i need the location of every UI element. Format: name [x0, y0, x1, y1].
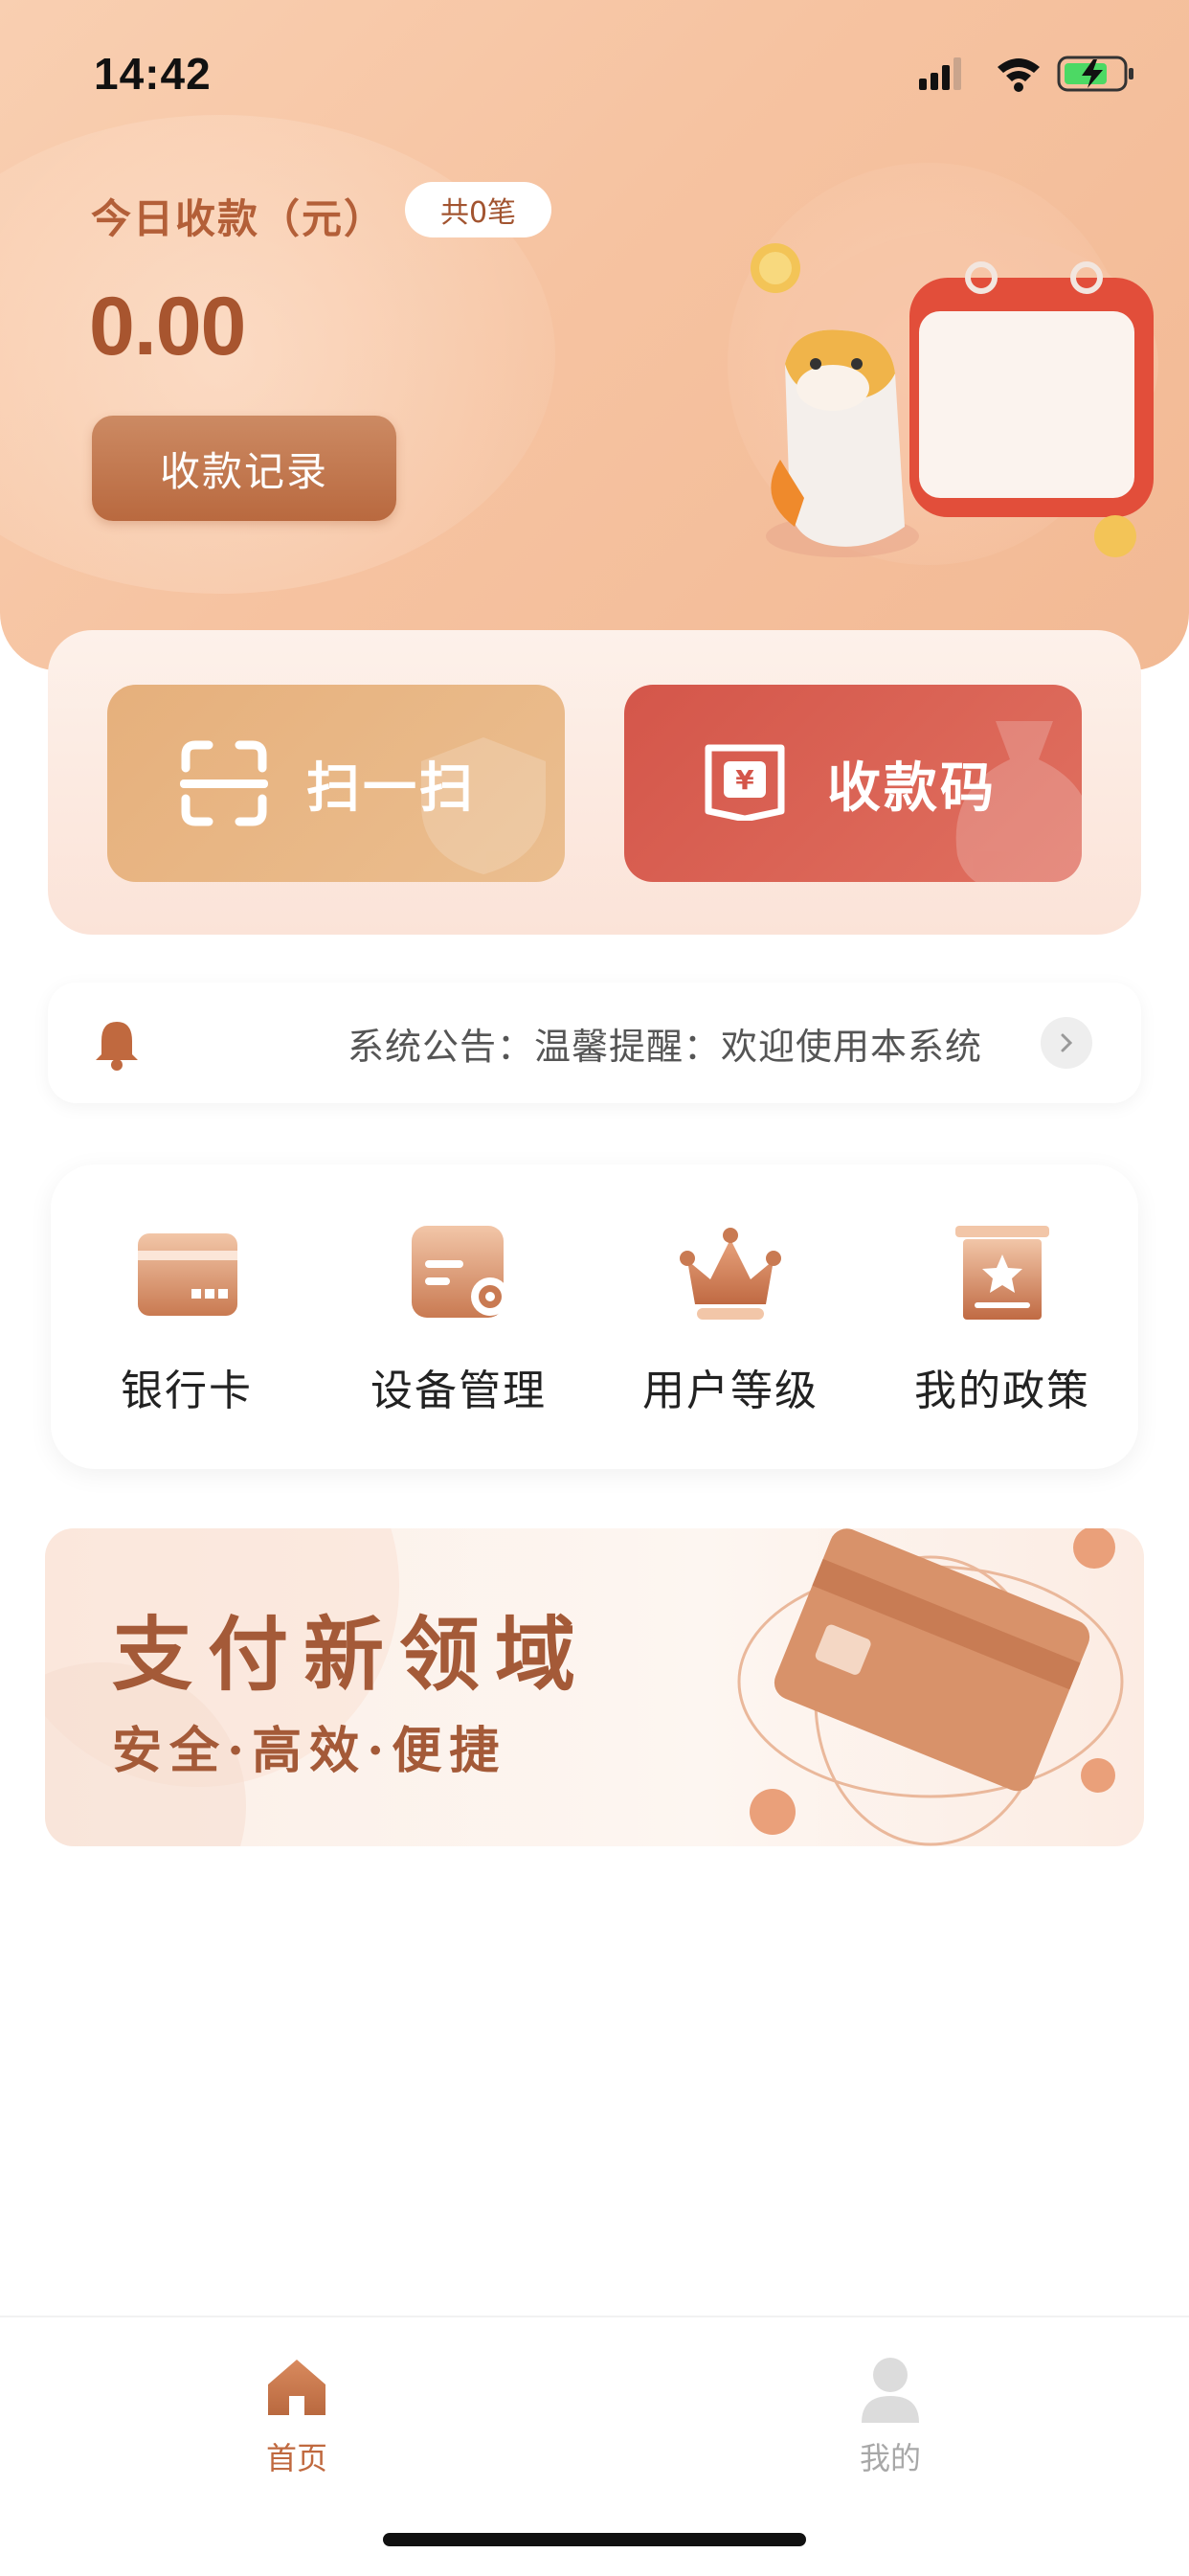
menu-item-my-policy[interactable]: 我的政策 — [866, 1164, 1138, 1469]
system-notice-bar[interactable]: 系统公告：温馨提醒：欢迎使用本系统 — [48, 983, 1141, 1103]
chevron-right-icon — [1061, 1033, 1073, 1052]
scan-button[interactable]: 扫一扫 — [107, 685, 565, 882]
bell-icon — [96, 1022, 138, 1071]
tab-mine[interactable]: 我的 — [795, 2339, 986, 2476]
notice-arrow-button[interactable] — [1041, 1017, 1092, 1069]
banner-title: 支付新领域 — [112, 1607, 592, 1702]
status-time: 14:42 — [94, 49, 212, 99]
tab-home-label: 首页 — [265, 2440, 327, 2476]
user-icon — [862, 2358, 919, 2423]
today-amount: 0.00 — [89, 281, 246, 373]
promo-banner[interactable]: 支付新领域 安全·高效·便捷 — [45, 1528, 1144, 1846]
crown-icon — [680, 1228, 781, 1320]
menu-item-device-management[interactable]: 设备管理 — [323, 1164, 594, 1469]
payment-code-button-label: 收款码 — [827, 757, 997, 820]
scan-icon — [180, 740, 268, 826]
transaction-count-badge: 共0笔 — [405, 182, 551, 237]
tab-mine-label: 我的 — [859, 2440, 921, 2476]
payment-code-button[interactable]: ¥ 收款码 — [624, 685, 1082, 882]
battery-charging-icon — [1057, 56, 1133, 92]
mascot-calendar-illustration — [751, 230, 1158, 557]
scan-button-label: 扫一扫 — [306, 757, 476, 820]
today-income-label: 今日收款（元） — [91, 195, 387, 242]
payment-code-icon: ¥ — [705, 744, 785, 821]
feature-menu: 银行卡 设备管理 用户等级 我的政策 — [51, 1164, 1138, 1469]
banner-subtitle: 安全·高效·便捷 — [112, 1722, 507, 1780]
policy-badge-icon — [955, 1226, 1049, 1320]
status-icons — [919, 56, 1133, 92]
notice-text: 系统公告：温馨提醒：欢迎使用本系统 — [348, 1025, 983, 1068]
home-icon — [268, 2360, 325, 2415]
menu-item-bank-card[interactable]: 银行卡 — [51, 1164, 323, 1469]
payment-records-button[interactable]: 收款记录 — [92, 416, 396, 521]
menu-item-label: 用户等级 — [642, 1367, 819, 1415]
signal-icon — [919, 57, 961, 90]
bank-card-icon — [138, 1233, 237, 1316]
tab-home[interactable]: 首页 — [201, 2339, 393, 2476]
menu-item-user-level[interactable]: 用户等级 — [594, 1164, 866, 1469]
menu-item-label: 银行卡 — [121, 1367, 253, 1415]
svg-text:¥: ¥ — [735, 764, 754, 796]
menu-item-label: 设备管理 — [370, 1367, 547, 1415]
home-indicator — [383, 2533, 806, 2546]
wifi-icon — [998, 58, 1040, 92]
device-settings-icon — [412, 1226, 509, 1318]
menu-item-label: 我的政策 — [914, 1367, 1090, 1415]
